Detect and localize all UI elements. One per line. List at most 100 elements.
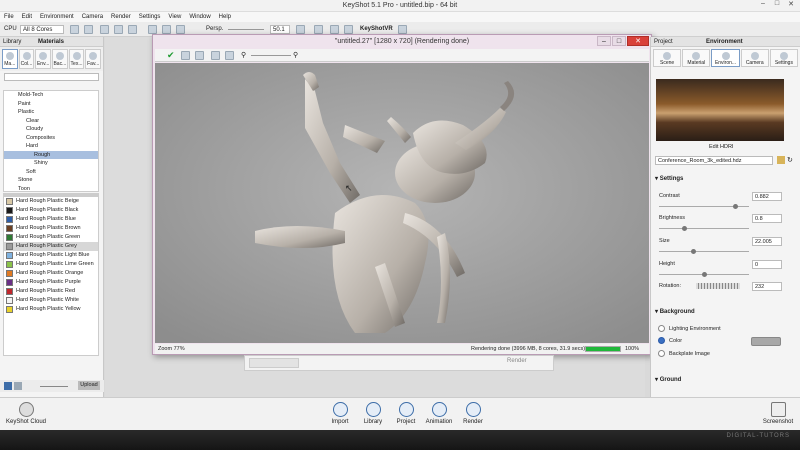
tab-colors[interactable]: Col... <box>18 49 35 69</box>
pause-icon[interactable] <box>70 25 79 34</box>
close-button[interactable]: ✕ <box>784 0 798 11</box>
tab-material[interactable]: Material <box>682 49 711 67</box>
grid-view-icon[interactable] <box>14 382 22 390</box>
slider-thumb[interactable] <box>732 204 738 209</box>
upload-button[interactable]: Upload <box>78 381 100 390</box>
height-input[interactable]: 0 <box>752 260 782 269</box>
tree-item[interactable]: Hard <box>4 142 98 151</box>
edit-icon[interactable] <box>195 51 204 60</box>
hdri-file-field[interactable]: Conference_Room_3k_edited.hdz <box>655 156 773 165</box>
edit-hdri-link[interactable]: Edit HDRI <box>709 144 733 150</box>
material-list-item[interactable]: Hard Rough Plastic Purple <box>4 278 98 287</box>
tab-camera[interactable]: Camera <box>740 49 769 67</box>
render-options-tab[interactable] <box>249 358 299 368</box>
menu-help[interactable]: Help <box>219 14 231 20</box>
material-tree[interactable]: Mold-Tech Paint Plastic Clear Cloudy Composit… <box>3 90 99 192</box>
material-list-item[interactable]: Hard Rough Plastic Beige <box>4 197 98 206</box>
tree-item[interactable]: Mold-Tech <box>4 91 98 100</box>
tree-item[interactable]: Composites <box>4 134 98 143</box>
slider-thumb[interactable] <box>682 226 688 231</box>
tree-item[interactable]: Shiny <box>4 159 98 168</box>
checkmark-icon[interactable]: ✔ <box>167 50 175 61</box>
tree-item[interactable]: Soft <box>4 168 98 177</box>
menu-view[interactable]: View <box>168 14 181 20</box>
reload-icon[interactable]: ↻ <box>787 156 793 164</box>
menu-environment[interactable]: Environment <box>40 14 74 20</box>
thumbnail-size-slider[interactable] <box>40 386 68 387</box>
color-radio[interactable] <box>658 337 665 344</box>
material-list-item[interactable]: Hard Rough Plastic Brown <box>4 224 98 233</box>
camera-icon[interactable] <box>330 25 339 34</box>
screenshot-icon[interactable] <box>100 25 109 34</box>
menu-file[interactable]: File <box>4 14 14 20</box>
ground-section-title[interactable]: ▾ Ground <box>655 376 681 383</box>
material-list-item[interactable]: Hard Rough Plastic Blue <box>4 215 98 224</box>
material-list[interactable]: Hard Rough Plastic Beige Hard Rough Plast… <box>3 196 99 356</box>
keyshot-cloud-button[interactable]: KeyShot Cloud <box>4 402 48 425</box>
material-list-item[interactable]: Hard Rough Plastic White <box>4 296 98 305</box>
keyshotvr-button[interactable]: KeyShotVR <box>360 25 393 34</box>
tab-backplates[interactable]: Bac... <box>52 49 68 69</box>
tab-settings[interactable]: Settings <box>769 49 799 67</box>
menu-window[interactable]: Window <box>189 14 210 20</box>
lighting-environment-radio[interactable] <box>658 325 665 332</box>
material-list-item[interactable]: Hard Rough Plastic Black <box>4 206 98 215</box>
brightness-slider[interactable] <box>659 226 749 231</box>
performance-mode-icon[interactable] <box>84 25 93 34</box>
tab-materials[interactable]: Ma... <box>2 49 18 69</box>
material-list-item[interactable]: Hard Rough Plastic Yellow <box>4 305 98 314</box>
background-section-title[interactable]: ▾ Background <box>655 308 695 315</box>
fov-input[interactable]: 50.1 <box>270 25 290 34</box>
globe-icon[interactable] <box>314 25 323 34</box>
tab-scene[interactable]: Scene <box>653 49 682 67</box>
minimize-button[interactable]: – <box>756 0 770 11</box>
render-button-under[interactable]: Render <box>507 358 527 364</box>
material-list-item[interactable]: Hard Rough Plastic Light Blue <box>4 251 98 260</box>
hdri-preview[interactable] <box>656 79 784 141</box>
fov-slider[interactable] <box>228 29 264 30</box>
slider-thumb[interactable] <box>702 272 707 277</box>
menu-render[interactable]: Render <box>111 14 131 20</box>
animation-button[interactable]: Animation <box>421 402 457 425</box>
menu-edit[interactable]: Edit <box>22 14 32 20</box>
tree-item[interactable]: Cloudy <box>4 125 98 134</box>
backplate-image-radio[interactable] <box>658 350 665 357</box>
copy-icon[interactable] <box>128 25 137 34</box>
grid-icon[interactable] <box>296 25 305 34</box>
tree-item[interactable]: Clear <box>4 117 98 126</box>
contrast-slider[interactable] <box>659 204 749 209</box>
fit-icon[interactable] <box>211 51 220 60</box>
tree-item[interactable]: Paint <box>4 100 98 109</box>
render-button[interactable]: Render <box>455 402 491 425</box>
menu-camera[interactable]: Camera <box>82 14 103 20</box>
size-slider[interactable] <box>659 249 749 254</box>
tree-item[interactable]: Stone <box>4 176 98 185</box>
brightness-input[interactable]: 0.8 <box>752 214 782 223</box>
tab-environments[interactable]: Env... <box>35 49 52 69</box>
tab-textures[interactable]: Tex... <box>68 49 85 69</box>
menu-settings[interactable]: Settings <box>139 14 161 20</box>
material-list-item[interactable]: Hard Rough Plastic Orange <box>4 269 98 278</box>
library-button[interactable]: Library <box>355 402 391 425</box>
capture-icon[interactable] <box>114 25 123 34</box>
maximize-button[interactable]: □ <box>770 0 784 11</box>
tree-item[interactable]: Rough <box>4 150 98 159</box>
rotation-input[interactable]: 232 <box>752 282 782 291</box>
background-color-swatch[interactable] <box>751 337 781 346</box>
render-maximize-button[interactable]: □ <box>612 36 626 46</box>
material-list-item[interactable]: Hard Rough Plastic Red <box>4 287 98 296</box>
project-button[interactable]: Project <box>388 402 424 425</box>
slider-thumb[interactable] <box>690 249 696 254</box>
folder-icon[interactable] <box>777 156 785 164</box>
cores-select[interactable]: All 8 Cores <box>20 25 64 34</box>
zoom-slider[interactable] <box>251 55 291 56</box>
screenshot-button[interactable]: Screenshot <box>758 402 798 425</box>
tab-environment[interactable]: Environ... <box>711 49 740 67</box>
record-icon[interactable] <box>398 25 407 34</box>
zoom-in-icon[interactable]: ⚲ <box>293 51 298 59</box>
render-close-button[interactable]: ✕ <box>627 36 649 46</box>
material-list-item[interactable]: Hard Rough Plastic Green <box>4 233 98 242</box>
save-icon[interactable] <box>181 51 190 60</box>
undo-icon[interactable] <box>162 25 171 34</box>
tab-favorites[interactable]: Fav... <box>85 49 102 69</box>
